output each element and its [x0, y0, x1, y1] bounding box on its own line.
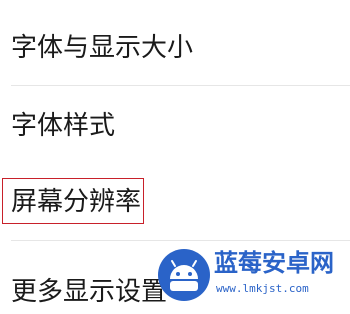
- list-divider: [11, 85, 350, 86]
- list-divider: [11, 240, 350, 241]
- settings-item-label: 字体样式: [11, 111, 116, 141]
- watermark-url: www.lmkjst.com: [216, 282, 309, 295]
- settings-item-label: 更多显示设置: [11, 277, 168, 307]
- watermark-title: 蓝莓安卓网: [214, 249, 334, 277]
- settings-item-label: 字体与显示大小: [11, 33, 194, 63]
- watermark: 蓝莓安卓网 www.lmkjst.com: [158, 245, 350, 301]
- highlight-box: [2, 178, 144, 224]
- android-logo-icon: [158, 249, 210, 301]
- settings-item-font-and-display-size[interactable]: 字体与显示大小: [0, 26, 350, 70]
- settings-item-font-style[interactable]: 字体样式: [0, 104, 350, 148]
